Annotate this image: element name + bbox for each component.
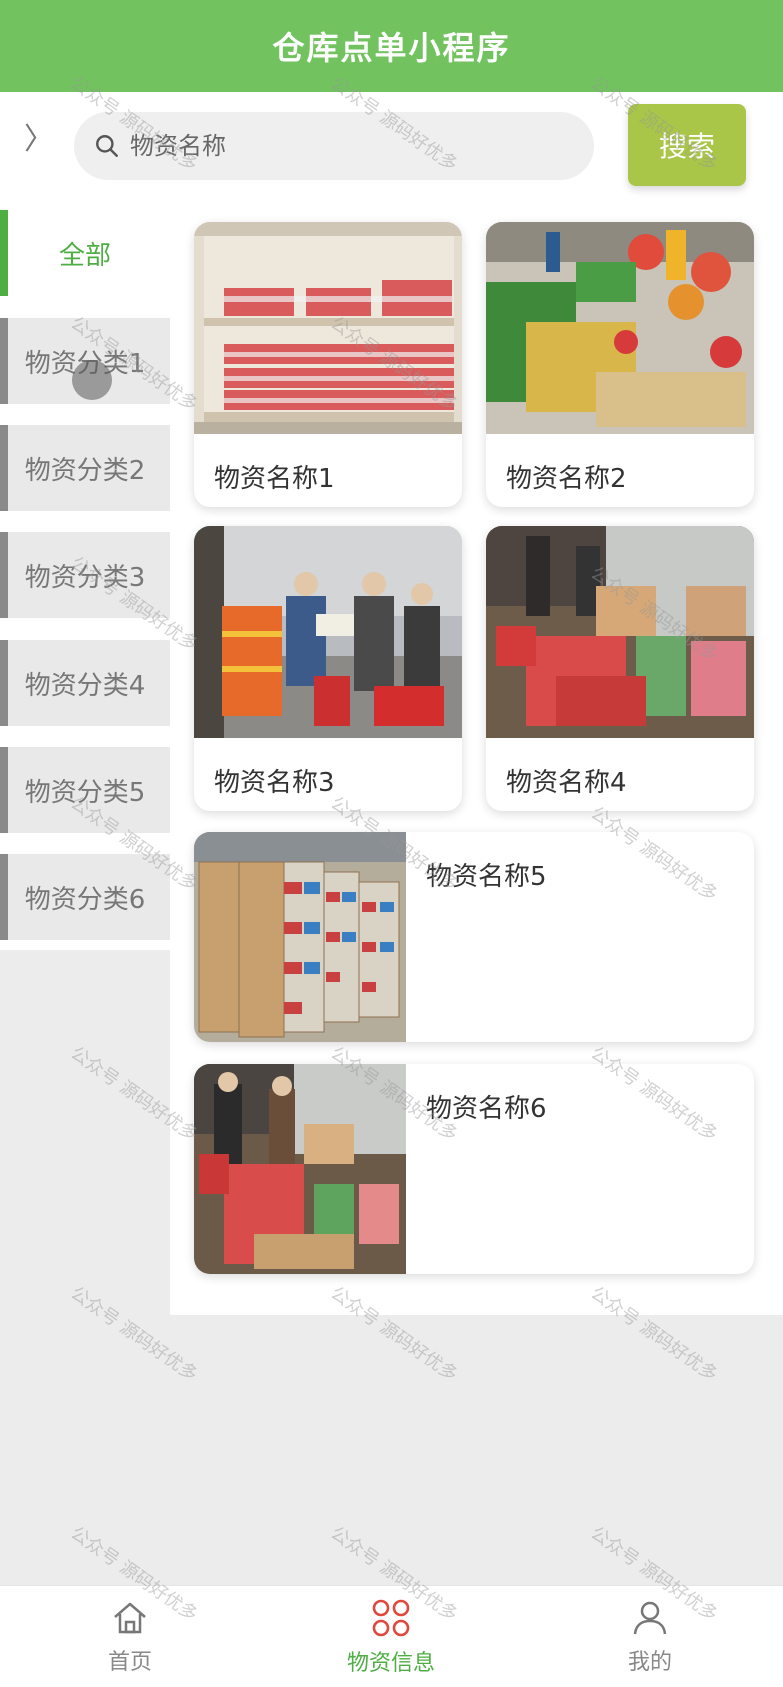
product-image xyxy=(486,526,754,738)
category-item-all[interactable]: 全部 xyxy=(0,210,170,296)
product-card[interactable]: 物资名称1 xyxy=(194,222,462,507)
product-card[interactable]: 物资名称4 xyxy=(486,526,754,811)
product-name: 物资名称6 xyxy=(426,1094,547,1124)
search-input[interactable] xyxy=(130,132,550,160)
product-image xyxy=(194,526,462,738)
tab-label: 首页 xyxy=(107,1650,152,1675)
product-image xyxy=(194,1064,406,1274)
category-label: 物资分类2 xyxy=(24,455,146,486)
product-name: 物资名称5 xyxy=(426,862,547,892)
category-label: 物资分类5 xyxy=(24,777,146,808)
tab-label: 物资信息 xyxy=(346,1651,435,1676)
category-item-4[interactable]: 物资分类4 xyxy=(0,640,170,726)
user-icon xyxy=(633,1601,667,1635)
product-card[interactable]: 物资名称3 xyxy=(194,526,462,811)
product-card[interactable]: 物资名称5 xyxy=(194,832,754,1042)
tab-materials[interactable]: 物资信息 xyxy=(311,1586,471,1687)
search-button[interactable]: 搜索 xyxy=(628,104,746,186)
app-frame: 仓库点单小程序 〉 搜索 全部 物资分类1 物资分类2 物资分类3 物资分类4 xyxy=(0,0,783,1687)
bottom-tab-bar: 首页 物资信息 我的 xyxy=(0,1585,783,1687)
product-image xyxy=(486,222,754,434)
product-name: 物资名称3 xyxy=(214,768,335,798)
page-title: 仓库点单小程序 xyxy=(272,29,511,67)
product-name: 物资名称1 xyxy=(214,464,335,494)
product-list: 物资名称1 物资名称2 物资名称3 物资名称4 物资名称5 物资名称6 xyxy=(170,210,783,1315)
app-header: 仓库点单小程序 xyxy=(0,0,783,92)
category-label: 物资分类4 xyxy=(24,670,146,701)
search-box[interactable] xyxy=(74,112,594,180)
home-icon xyxy=(114,1602,146,1634)
product-name: 物资名称4 xyxy=(506,768,627,798)
category-item-2[interactable]: 物资分类2 xyxy=(0,425,170,511)
expand-chevron-icon[interactable]: 〉 xyxy=(24,120,54,160)
tab-mine[interactable]: 我的 xyxy=(570,1586,730,1687)
category-item-3[interactable]: 物资分类3 xyxy=(0,532,170,618)
category-sidebar: 全部 物资分类1 物资分类2 物资分类3 物资分类4 物资分类5 物资分类6 xyxy=(0,210,170,950)
category-item-5[interactable]: 物资分类5 xyxy=(0,747,170,833)
product-card[interactable]: 物资名称2 xyxy=(486,222,754,507)
category-item-6[interactable]: 物资分类6 xyxy=(0,854,170,940)
product-image xyxy=(194,222,462,434)
search-icon xyxy=(96,135,118,157)
tab-label: 我的 xyxy=(627,1650,672,1675)
category-label: 物资分类3 xyxy=(24,562,146,593)
product-image xyxy=(194,832,406,1042)
category-label: 全部 xyxy=(58,240,111,271)
tab-home[interactable]: 首页 xyxy=(50,1586,210,1687)
grid-icon xyxy=(372,1599,410,1637)
product-name: 物资名称2 xyxy=(506,464,627,494)
product-card[interactable]: 物资名称6 xyxy=(194,1064,754,1274)
category-label: 物资分类6 xyxy=(24,884,146,915)
touch-indicator xyxy=(72,360,112,400)
search-bar: 〉 搜索 xyxy=(0,92,783,210)
